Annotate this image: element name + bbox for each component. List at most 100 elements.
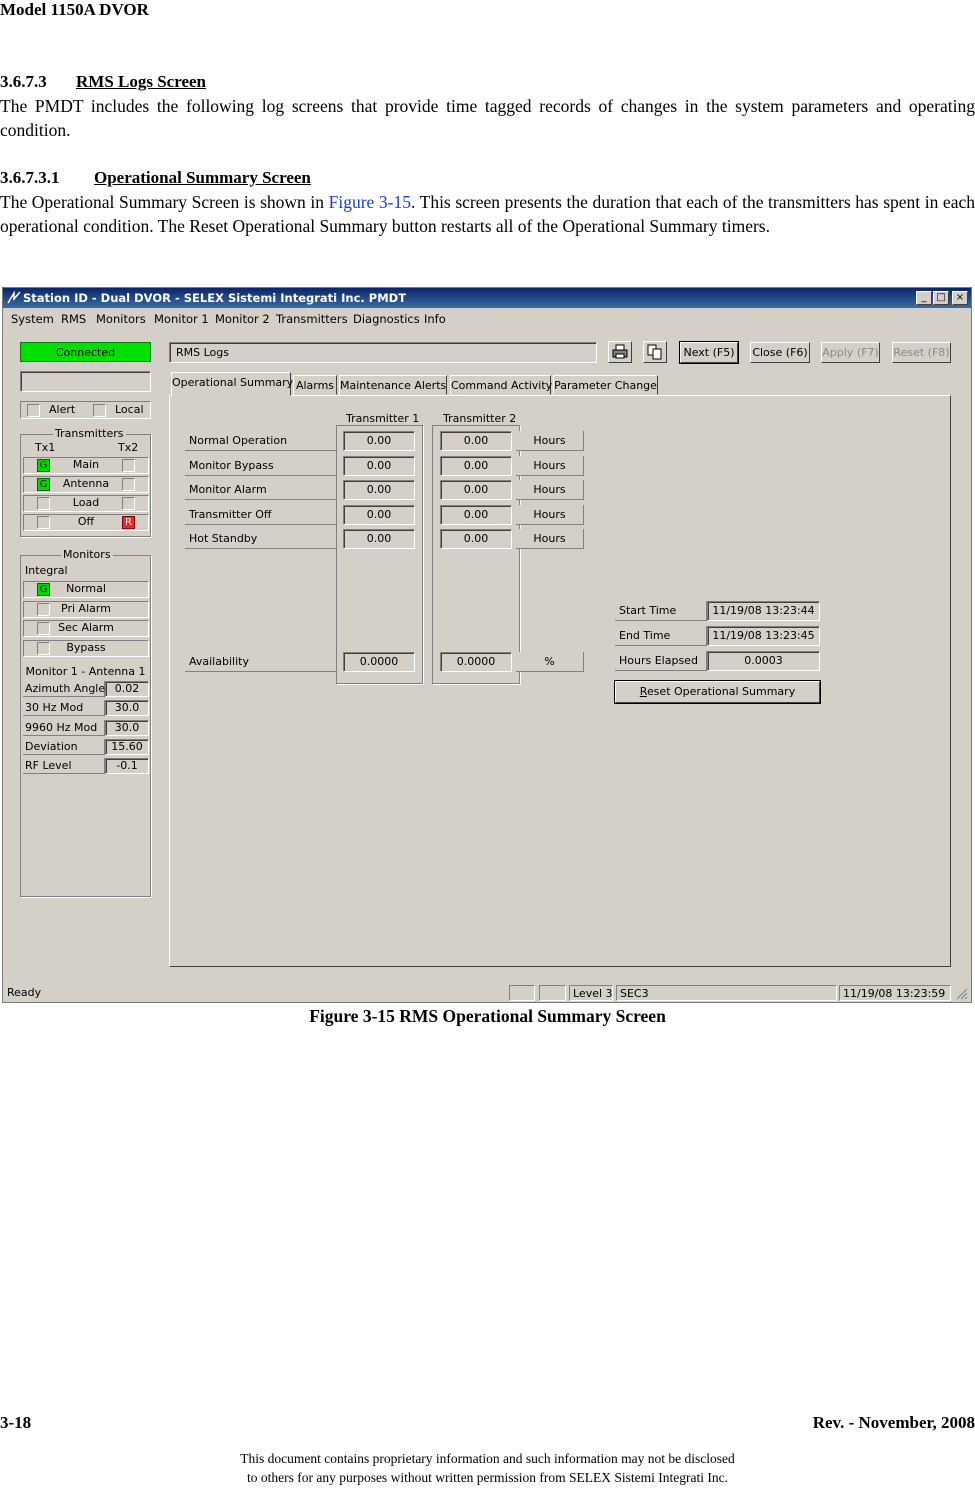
monitor-status-label: Normal [66, 582, 106, 595]
monitor-param-value: 0.02 [105, 681, 149, 697]
revision-date: Rev. - November, 2008 [812, 1413, 975, 1432]
menu-diagnostics[interactable]: Diagnostics [353, 312, 420, 326]
tx2-status-indicator [122, 478, 135, 491]
availability-unit: % [516, 652, 584, 672]
time-row-label: End Time [615, 626, 707, 646]
summary-unit: Hours [516, 480, 584, 500]
next-button[interactable]: Next (F5) [679, 341, 739, 364]
menu-monitors[interactable]: Monitors [96, 312, 146, 326]
summary-tx2-value: 0.00 [440, 431, 512, 451]
availability-tx1: 0.0000 [343, 652, 415, 672]
status-cell [509, 985, 535, 1001]
tab-maintenance-alerts[interactable]: Maintenance Alerts [339, 375, 447, 395]
monitor-status-indicator [37, 622, 50, 635]
menu-bar: System RMS Monitors Monitor 1 Monitor 2 … [3, 309, 971, 329]
menu-transmitters[interactable]: Transmitters [276, 312, 348, 326]
summary-row-label: Transmitter Off [185, 504, 337, 525]
reset-button-label: eset Operational Summary [646, 685, 796, 698]
printer-icon [612, 344, 628, 359]
section-body: The PMDT includes the following log scre… [0, 96, 975, 140]
tx1-status-indicator [37, 516, 50, 529]
copy-button[interactable] [643, 341, 667, 363]
local-indicator [93, 404, 106, 417]
apply-button[interactable]: Apply (F7) [821, 342, 880, 363]
print-button[interactable] [608, 341, 632, 363]
window-title: Station ID - Dual DVOR - SELEX Sistemi I… [23, 291, 407, 305]
local-label: Local [115, 403, 144, 416]
figure-link[interactable]: Figure 3-15 [329, 192, 411, 212]
tx1-status-indicator: G [37, 459, 50, 472]
section-heading-rms-logs: 3.6.7.3 RMS Logs Screen [0, 72, 206, 92]
summary-tx1-value: 0.00 [343, 529, 415, 549]
monitor-param-label: RF Level [23, 758, 105, 775]
section-title: RMS Logs Screen [76, 72, 207, 91]
title-bar[interactable]: Station ID - Dual DVOR - SELEX Sistemi I… [3, 288, 971, 308]
tab-alarms[interactable]: Alarms [293, 375, 337, 395]
page-number: 3-18 [0, 1413, 32, 1432]
tx1-status-indicator: G [37, 478, 50, 491]
menu-monitor-2[interactable]: Monitor 2 [215, 312, 270, 326]
monitor-param-label: Deviation [23, 738, 105, 755]
transmitter-1-title: Transmitter 1 [344, 412, 422, 425]
screen-name-field: RMS Logs [169, 342, 597, 363]
status-datetime: 11/19/08 13:23:59 [839, 985, 951, 1001]
alert-label: Alert [49, 403, 76, 416]
summary-row-label: Monitor Alarm [185, 480, 337, 500]
copy-icon [647, 344, 662, 360]
tab-command-activity[interactable]: Command Activity [450, 375, 552, 395]
monitor-param-value: 15.60 [105, 738, 149, 755]
reset-operational-summary-button[interactable]: Reset Operational Summary [614, 680, 821, 704]
section-number: 3.6.7.3.1 [0, 168, 60, 187]
status-text: Ready [7, 986, 42, 999]
integral-label: Integral [25, 564, 68, 577]
tx1-status-indicator [37, 497, 50, 510]
status-cell [539, 985, 566, 1001]
monitor-status-label: Pri Alarm [61, 601, 111, 615]
monitors-group-title: Monitors [61, 548, 113, 561]
summary-tx1-value: 0.00 [343, 504, 415, 525]
monitor-title: Monitor 1 - Antenna 1 [25, 665, 146, 678]
tx2-status-indicator [122, 497, 135, 510]
monitor-status-label: Sec Alarm [58, 621, 114, 634]
section-body: The Operational Summary Screen is shown … [0, 190, 975, 238]
time-row-value: 11/19/08 13:23:45 [707, 626, 820, 646]
monitor-status-indicator [37, 641, 50, 655]
monitor-status-indicator: G [37, 583, 50, 596]
time-row-label: Hours Elapsed [615, 651, 707, 671]
maximize-button[interactable]: □ [933, 291, 949, 305]
summary-tx2-value: 0.00 [440, 504, 512, 525]
resize-grip-icon[interactable] [955, 987, 968, 1000]
tx2-status-indicator: R [122, 516, 135, 529]
reset-button-accelerator: R [639, 685, 647, 698]
summary-row-label: Monitor Bypass [185, 455, 337, 476]
tab-operational-summary[interactable]: Operational Summary [171, 372, 293, 396]
availability-tx2: 0.0000 [440, 652, 512, 672]
summary-row-label: Hot Standby [185, 529, 337, 549]
menu-info[interactable]: Info [424, 312, 446, 326]
section-number: 3.6.7.3 [0, 72, 47, 91]
summary-unit: Hours [516, 431, 584, 451]
menu-monitor-1[interactable]: Monitor 1 [154, 312, 209, 326]
section-title: Operational Summary Screen [94, 168, 311, 187]
close-window-button[interactable]: × [952, 291, 968, 305]
summary-tx2-value: 0.00 [440, 529, 512, 549]
transmitter-status-label: Antenna [62, 477, 110, 490]
summary-tx2-value: 0.00 [440, 480, 512, 500]
menu-rms[interactable]: RMS [61, 312, 86, 326]
tab-parameter-change[interactable]: Parameter Change [553, 375, 658, 395]
summary-unit: Hours [516, 455, 584, 476]
status-level: Level 3 [569, 985, 613, 1001]
status-user: SEC3 [616, 985, 837, 1001]
alert-indicator [27, 404, 40, 417]
reset-button[interactable]: Reset (F8) [892, 342, 951, 363]
summary-tx1-value: 0.00 [343, 455, 415, 476]
minimize-button[interactable]: _ [916, 291, 932, 305]
menu-system[interactable]: System [11, 312, 54, 326]
connection-status: Connected [20, 342, 151, 362]
summary-tx1-value: 0.00 [343, 480, 415, 500]
disclaimer-line-1: This document contains proprietary infor… [240, 1451, 735, 1466]
close-button[interactable]: Close (F6) [750, 342, 810, 363]
transmitter-2-title: Transmitter 2 [441, 412, 519, 425]
time-row-value: 0.0003 [707, 651, 820, 671]
body-text: The Operational Summary Screen is shown … [0, 192, 329, 212]
